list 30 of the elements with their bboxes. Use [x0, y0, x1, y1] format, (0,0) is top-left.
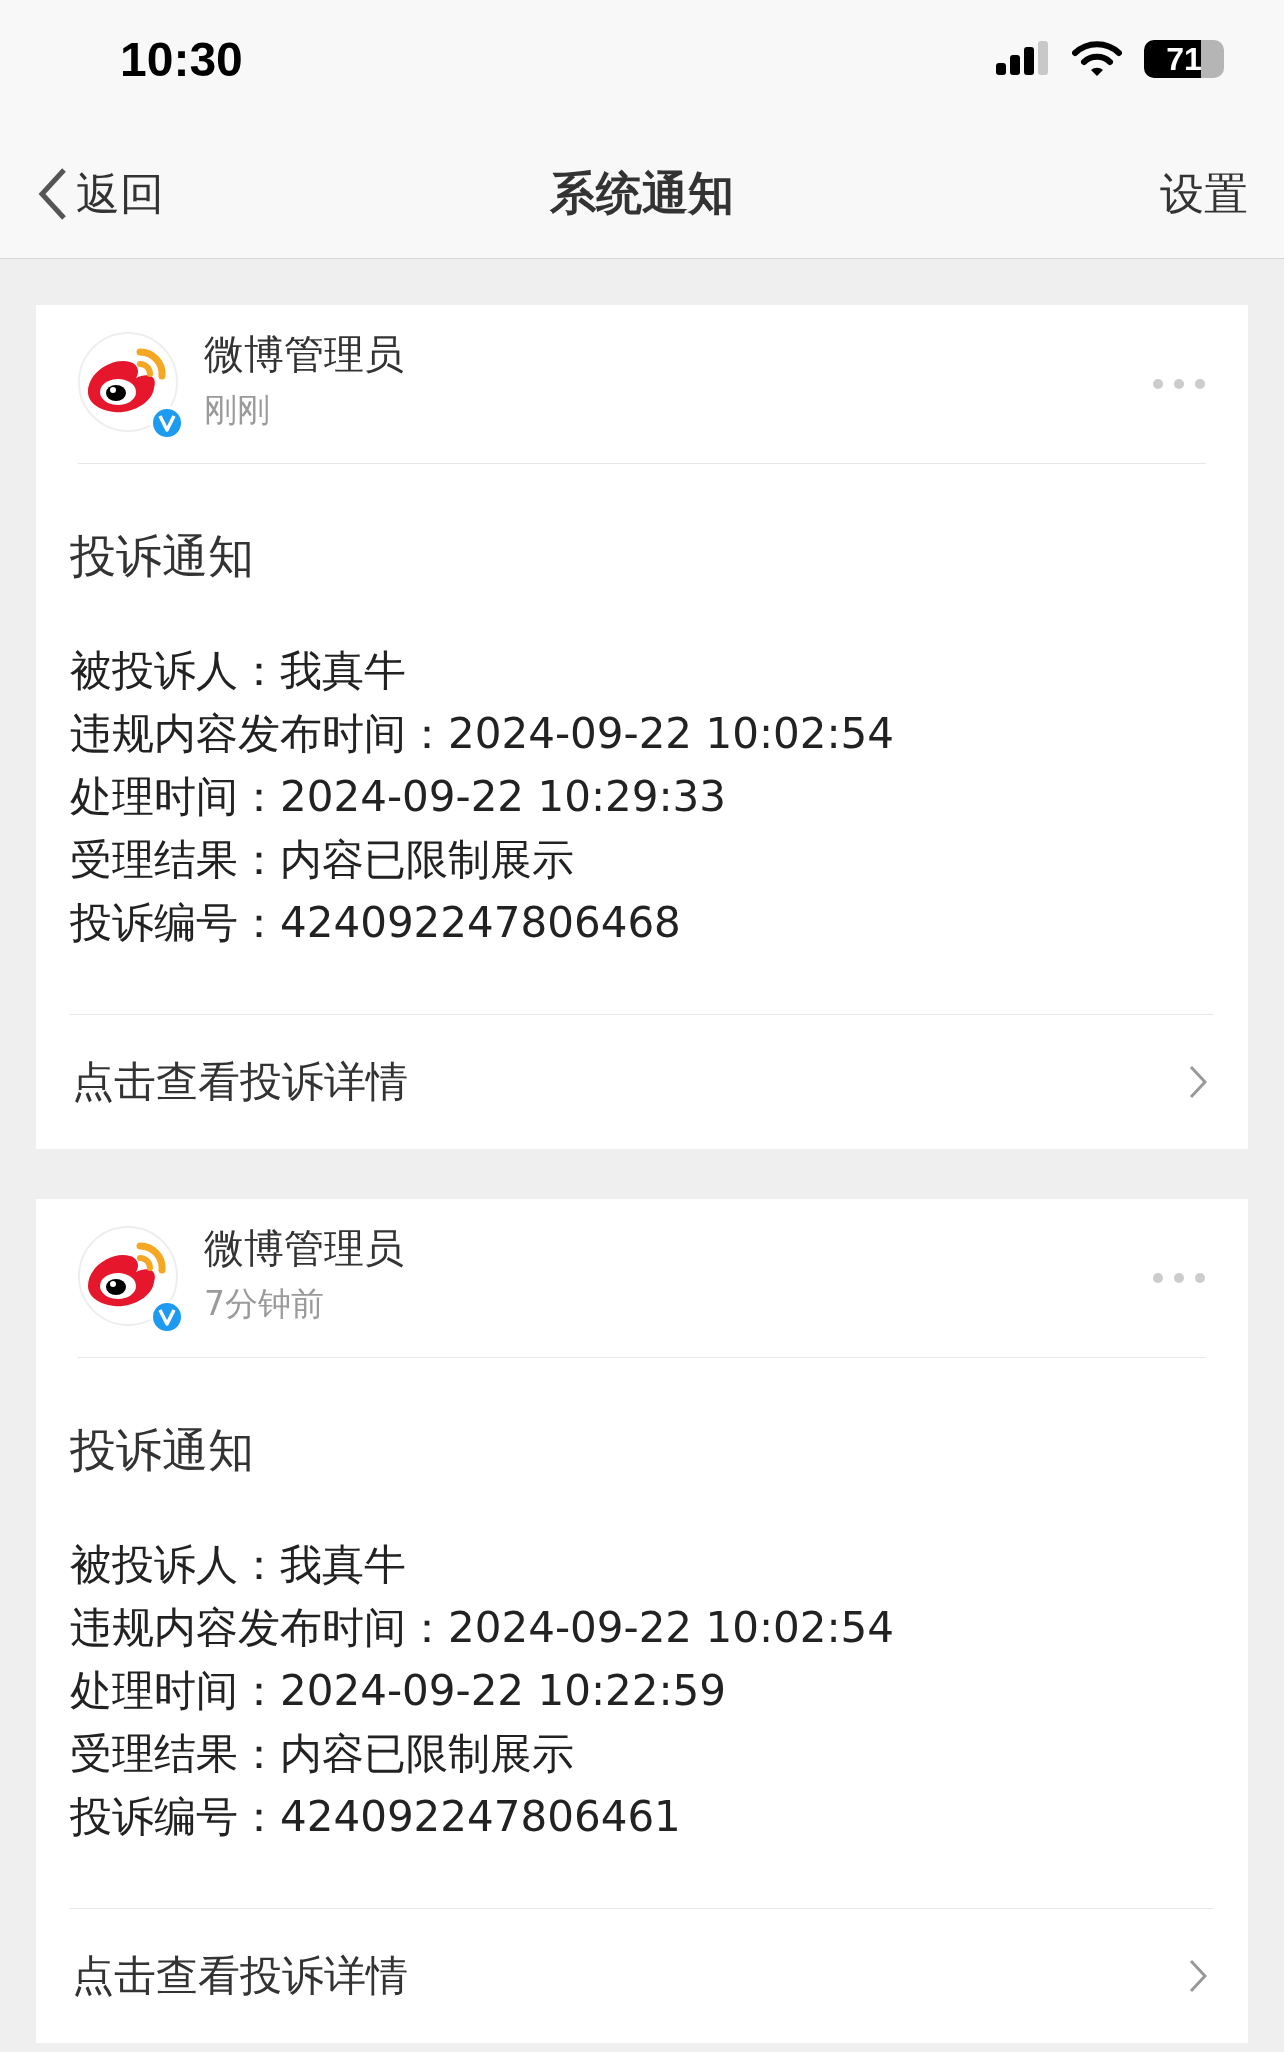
sender-name: 微博管理员 [204, 1224, 405, 1273]
settings-button[interactable]: 设置 [1160, 164, 1248, 224]
battery-icon: 71 [1144, 40, 1224, 78]
detail-line: 处理时间：2024-09-22 10:22:59 [70, 1665, 728, 1717]
verified-badge-icon [150, 1300, 184, 1334]
detail-line: 违规内容发布时间：2024-09-22 10:02:54 [70, 1602, 896, 1654]
notification-time: 刚刚 [204, 389, 271, 431]
notification-title: 投诉通知 [70, 1422, 255, 1479]
detail-line: 投诉编号：424092247806461 [70, 1791, 682, 1843]
back-chevron-icon [36, 166, 68, 222]
detail-line: 被投诉人：我真牛 [70, 645, 407, 697]
wifi-icon [1072, 40, 1122, 78]
chevron-right-icon [1188, 1958, 1208, 1994]
page-title: 系统通知 [550, 165, 734, 222]
detail-line: 被投诉人：我真牛 [70, 1539, 407, 1591]
status-time: 10:30 [120, 31, 243, 87]
detail-line: 投诉编号：424092247806468 [70, 897, 682, 949]
detail-line: 受理结果：内容已限制展示 [70, 1728, 575, 1780]
notification-title: 投诉通知 [70, 528, 255, 585]
detail-line: 违规内容发布时间：2024-09-22 10:02:54 [70, 708, 896, 760]
chevron-right-icon [1188, 1064, 1208, 1100]
back-button[interactable]: 返回 [36, 164, 164, 224]
detail-line: 处理时间：2024-09-22 10:29:33 [70, 771, 728, 823]
notification-time: 7分钟前 [204, 1283, 325, 1325]
signal-icon [996, 41, 1050, 77]
more-icon[interactable] [1152, 1272, 1206, 1284]
sender-name: 微博管理员 [204, 330, 405, 379]
detail-line: 受理结果：内容已限制展示 [70, 834, 575, 886]
verified-badge-icon [150, 406, 184, 440]
more-icon[interactable] [1152, 378, 1206, 390]
